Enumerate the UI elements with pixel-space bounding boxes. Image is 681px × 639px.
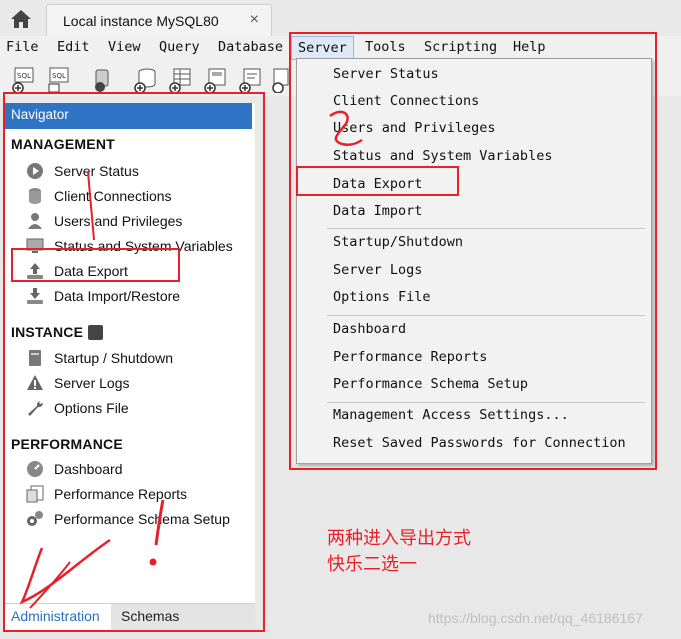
- inspector-icon[interactable]: [90, 67, 114, 93]
- monitor-icon: [25, 237, 45, 255]
- nav-item-label: Server Status: [54, 163, 139, 179]
- navigator-header: Navigator: [5, 103, 252, 129]
- gears-icon: [25, 510, 45, 528]
- nav-options-file[interactable]: Options File: [25, 397, 129, 419]
- create-view-icon[interactable]: [203, 67, 227, 94]
- server-menu-reset-saved-passwords[interactable]: Reset Saved Passwords for Connection: [333, 435, 626, 451]
- tab-bar: Local instance MySQL80 ×: [0, 0, 681, 36]
- server-menu-performance-schema-setup[interactable]: Performance Schema Setup: [333, 376, 528, 392]
- menu-separator: [327, 228, 645, 229]
- nav-item-label: Data Export: [54, 263, 128, 279]
- nav-item-label: Data Import/Restore: [54, 288, 181, 304]
- nav-startup-shutdown[interactable]: Startup / Shutdown: [25, 347, 173, 369]
- nav-item-label: Options File: [54, 400, 129, 416]
- server-menu-server-status[interactable]: Server Status: [333, 66, 439, 82]
- home-icon[interactable]: [6, 6, 36, 32]
- reports-icon: [25, 485, 45, 503]
- nav-item-label: Users and Privileges: [54, 213, 183, 229]
- connection-tab-title: Local instance MySQL80: [63, 12, 219, 29]
- nav-dashboard[interactable]: Dashboard: [25, 458, 123, 480]
- nav-server-logs[interactable]: Server Logs: [25, 372, 129, 394]
- menu-separator: [327, 402, 645, 403]
- annotation-note: 两种进入导出方式 快乐二选一: [327, 526, 471, 578]
- nav-item-label: Startup / Shutdown: [54, 350, 174, 366]
- server-menu-performance-reports[interactable]: Performance Reports: [333, 349, 487, 365]
- instance-section-title: INSTANCE: [11, 324, 104, 340]
- server-menu-server-logs[interactable]: Server Logs: [333, 262, 422, 278]
- menu-server[interactable]: Server: [291, 36, 354, 60]
- server-menu-options-file[interactable]: Options File: [333, 289, 431, 305]
- menu-view[interactable]: View: [108, 39, 141, 55]
- open-sql-script-icon[interactable]: SQL: [47, 67, 71, 93]
- menu-scripting[interactable]: Scripting: [424, 39, 497, 55]
- nav-status-variables[interactable]: Status and System Variables: [25, 235, 233, 257]
- navigator-panel: Navigator MANAGEMENT Server Status Clien…: [5, 103, 255, 630]
- menu-database[interactable]: Database: [218, 39, 283, 55]
- nav-data-import[interactable]: Data Import/Restore: [25, 285, 180, 307]
- nav-item-label: Status and System Variables: [54, 238, 233, 254]
- management-section-title: MANAGEMENT: [11, 136, 115, 152]
- play-circle-icon: [25, 162, 45, 180]
- wrench-icon: [25, 399, 45, 417]
- tab-administration[interactable]: Administration: [5, 604, 111, 630]
- tab-schemas[interactable]: Schemas: [115, 604, 245, 630]
- instance-config-icon: [88, 324, 104, 340]
- performance-section-title: PERFORMANCE: [11, 436, 123, 452]
- server-menu-client-connections[interactable]: Client Connections: [333, 93, 479, 109]
- server-icon: [25, 349, 45, 367]
- create-procedure-icon[interactable]: [238, 67, 262, 94]
- nav-performance-reports[interactable]: Performance Reports: [25, 483, 187, 505]
- server-menu-data-export[interactable]: Data Export: [333, 176, 422, 192]
- create-schema-icon[interactable]: [133, 67, 157, 94]
- export-icon: [25, 262, 45, 280]
- svg-text:SQL: SQL: [17, 72, 31, 80]
- server-menu-management-access-settings[interactable]: Management Access Settings...: [333, 407, 569, 423]
- menu-separator: [327, 315, 645, 316]
- annotation-line-1: 两种进入导出方式: [327, 528, 471, 549]
- import-icon: [25, 287, 45, 305]
- nav-data-export[interactable]: Data Export: [25, 260, 128, 282]
- server-menu-data-import[interactable]: Data Import: [333, 203, 422, 219]
- menu-file[interactable]: File: [6, 39, 39, 55]
- server-menu-users-privileges[interactable]: Users and Privileges: [333, 120, 496, 136]
- nav-item-label: Server Logs: [54, 375, 130, 391]
- nav-server-status[interactable]: Server Status: [25, 160, 139, 182]
- nav-performance-schema-setup[interactable]: Performance Schema Setup: [25, 508, 230, 530]
- svg-text:SQL: SQL: [52, 72, 66, 80]
- nav-item-label: Performance Schema Setup: [54, 511, 230, 527]
- server-menu-dropdown: Server Status Client Connections Users a…: [296, 58, 652, 464]
- user-icon: [25, 212, 45, 230]
- nav-item-label: Performance Reports: [54, 486, 188, 502]
- close-icon[interactable]: ×: [250, 11, 259, 29]
- menu-help[interactable]: Help: [513, 39, 546, 55]
- gauge-icon: [25, 460, 45, 478]
- create-function-icon[interactable]: [272, 67, 296, 94]
- nav-item-label: Client Connections: [54, 188, 172, 204]
- database-icon: [25, 187, 45, 205]
- server-menu-dashboard[interactable]: Dashboard: [333, 321, 406, 337]
- nav-item-label: Dashboard: [54, 461, 123, 477]
- create-table-icon[interactable]: [168, 67, 192, 94]
- nav-users-privileges[interactable]: Users and Privileges: [25, 210, 182, 232]
- menu-edit[interactable]: Edit: [57, 39, 90, 55]
- new-sql-tab-icon[interactable]: SQL: [12, 67, 36, 94]
- navigator-bottom-tabs: Administration Schemas: [5, 603, 255, 630]
- connection-tab[interactable]: Local instance MySQL80 ×: [46, 4, 272, 36]
- annotation-line-2: 快乐二选一: [327, 554, 417, 575]
- server-menu-startup-shutdown[interactable]: Startup/Shutdown: [333, 234, 463, 250]
- watermark: https://blog.csdn.net/qq_46186167: [428, 610, 643, 626]
- warning-icon: [25, 374, 45, 392]
- menu-bar: File Edit View Query Database Server Too…: [0, 36, 681, 60]
- menu-query[interactable]: Query: [159, 39, 200, 55]
- server-menu-status-variables[interactable]: Status and System Variables: [333, 148, 552, 164]
- nav-client-connections[interactable]: Client Connections: [25, 185, 172, 207]
- menu-tools[interactable]: Tools: [365, 39, 406, 55]
